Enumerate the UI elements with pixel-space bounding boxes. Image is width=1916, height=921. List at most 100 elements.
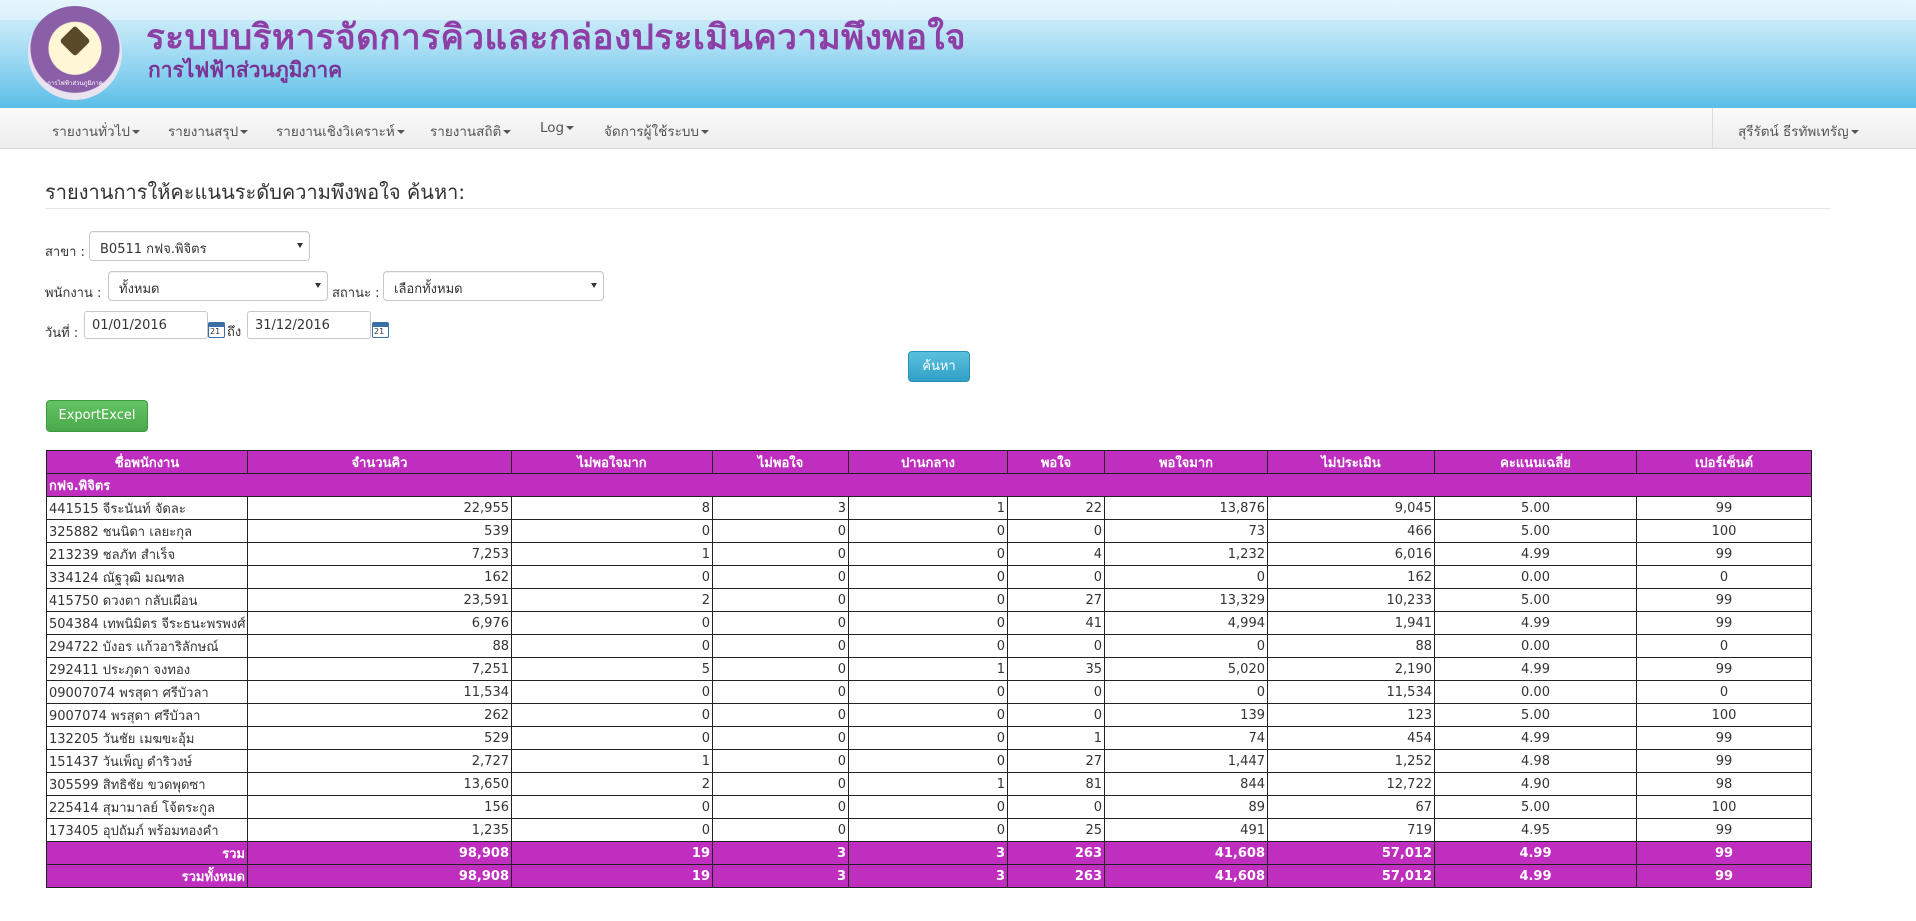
cell-neutral: 1 — [848, 496, 1008, 520]
cell-employee-name: 132205 วันชัย เมฆขะอุ้ม — [46, 726, 248, 750]
col-neutral[interactable]: ปานกลาง — [848, 450, 1008, 474]
cell-average-score: 4.99 — [1434, 726, 1637, 750]
cell-not-rated: 67 — [1267, 795, 1435, 819]
branch-label: สาขา : — [45, 245, 85, 260]
caret-down-icon — [396, 130, 405, 134]
cell-very-satisfied: 41,608 — [1104, 841, 1268, 865]
cell-dissatisfied: 0 — [712, 680, 849, 704]
nav-summary-reports[interactable]: รายงานสรุป — [168, 120, 249, 142]
cell-employee-name: 292411 ประภุดา จงทอง — [46, 657, 248, 681]
cell-percent: 0 — [1636, 680, 1812, 704]
branch-select[interactable]: B0511 กฟจ.พิจิตร — [89, 231, 310, 261]
cell-average-score: 4.99 — [1434, 657, 1637, 681]
cell-satisfied: 0 — [1007, 634, 1105, 658]
cell-satisfied: 35 — [1007, 657, 1105, 681]
nav-label: รายงานเชิงวิเคราะห์ — [276, 124, 395, 140]
cell-very-satisfied: 4,994 — [1104, 611, 1268, 635]
cell-neutral: 0 — [848, 588, 1008, 612]
col-percent[interactable]: เปอร์เซ็นต์ — [1636, 450, 1812, 474]
cell-employee-name: 173405 อุปถัมภ์ พร้อมทองคำ — [46, 818, 248, 842]
cell-neutral: 0 — [848, 795, 1008, 819]
table-row: 151437 วันเพ็ญ ดำริวงษ์ 2,727 1 0 0 27 1,447 1,… — [46, 749, 1812, 773]
caret-down-icon — [131, 130, 140, 134]
calendar-icon-number: 21 — [374, 327, 385, 336]
date-to-input[interactable]: 31/12/2016 — [247, 311, 371, 339]
status-select-value: เลือกทั้งหมด — [394, 282, 463, 297]
col-dissatisfied[interactable]: ไม่พอใจ — [712, 450, 849, 474]
nav-user-management[interactable]: จัดการผู้ใช้ระบบ — [604, 120, 709, 142]
date-label: วันที่ : — [45, 326, 79, 341]
export-excel-button[interactable]: ExportExcel — [46, 400, 148, 432]
table-row: 325882 ชนนิดา เลยะกุล 539 0 0 0 0 73 466 5.00 100 — [46, 519, 1812, 543]
nav-label: จัดการผู้ใช้ระบบ — [604, 124, 699, 140]
col-very-satisfied[interactable]: พอใจมาก — [1104, 450, 1268, 474]
cell-average-score: 0.00 — [1434, 634, 1637, 658]
calendar-icon[interactable]: 21 — [372, 322, 389, 338]
cell-very-dissatisfied: 8 — [511, 496, 713, 520]
cell-percent: 99 — [1636, 841, 1812, 865]
cell-dissatisfied: 0 — [712, 611, 849, 635]
cell-very-dissatisfied: 19 — [511, 841, 713, 865]
cell-employee-name: 9007074 พรสุดา ศรีบัวลา — [46, 703, 248, 727]
cell-queue-count: 529 — [247, 726, 512, 750]
table-row: 9007074 พรสุดา ศรีบัวลา 262 0 0 0 0 139 123 5.00… — [46, 703, 1812, 727]
cell-average-score: 0.00 — [1434, 565, 1637, 589]
search-button[interactable]: ค้นหา — [908, 351, 970, 382]
navbar: รายงานทั่วไป รายงานสรุป รายงานเชิงวิเครา… — [0, 108, 1916, 149]
cell-percent: 99 — [1636, 496, 1812, 520]
col-very-dissatisfied[interactable]: ไม่พอใจมาก — [511, 450, 713, 474]
col-satisfied[interactable]: พอใจ — [1007, 450, 1105, 474]
cell-percent: 99 — [1636, 726, 1812, 750]
nav-log[interactable]: Log — [540, 120, 575, 136]
nav-label: รายงานสถิติ — [430, 124, 502, 140]
table-row: 173405 อุปถัมภ์ พร้อมทองคำ 1,235 0 0 0 25 491 7… — [46, 818, 1812, 842]
col-queue-count[interactable]: จำนวนคิว — [247, 450, 512, 474]
cell-employee-name: 305599 สิทธิชัย ขวดพุดซา — [46, 772, 248, 796]
cell-very-satisfied: 0 — [1104, 680, 1268, 704]
group-row: กฟจ.พิจิตร — [46, 473, 1812, 497]
cell-not-rated: 2,190 — [1267, 657, 1435, 681]
nav-divider — [1712, 108, 1713, 148]
cell-satisfied: 25 — [1007, 818, 1105, 842]
cell-employee-name: 225414 สุมามาลย์ โจ้ตระกูล — [46, 795, 248, 819]
subtotal-row: รวม 98,908 19 3 3 263 41,608 57,012 4.99 99 — [46, 841, 1812, 865]
cell-not-rated: 10,233 — [1267, 588, 1435, 612]
cell-very-satisfied: 844 — [1104, 772, 1268, 796]
col-employee-name[interactable]: ชื่อพนักงาน — [46, 450, 248, 474]
status-select[interactable]: เลือกทั้งหมด — [383, 271, 604, 301]
nav-statistics-reports[interactable]: รายงานสถิติ — [430, 120, 512, 142]
col-average-score[interactable]: คะแนนเฉลี่ย — [1434, 450, 1637, 474]
cell-queue-count: 156 — [247, 795, 512, 819]
date-from-input[interactable]: 01/01/2016 — [84, 311, 208, 339]
nav-user-menu[interactable]: สุรีรัตน์ ธีรทัพเทรัญ — [1738, 120, 1859, 142]
date-to-value: 31/12/2016 — [255, 318, 330, 333]
nav-analytic-reports[interactable]: รายงานเชิงวิเคราะห์ — [276, 120, 405, 142]
cell-satisfied: 0 — [1007, 795, 1105, 819]
cell-queue-count: 262 — [247, 703, 512, 727]
col-not-rated[interactable]: ไม่ประเมิน — [1267, 450, 1435, 474]
cell-employee-name: 504384 เทพนิมิตร จีระธนะพรพงศ์ — [46, 611, 248, 635]
cell-employee-name: รวม — [46, 841, 248, 865]
caret-down-icon — [503, 130, 512, 134]
cell-queue-count: 88 — [247, 634, 512, 658]
cell-queue-count: 11,534 — [247, 680, 512, 704]
caret-down-icon — [240, 130, 249, 134]
cell-not-rated: 88 — [1267, 634, 1435, 658]
cell-queue-count: 98,908 — [247, 841, 512, 865]
cell-dissatisfied: 3 — [712, 841, 849, 865]
cell-satisfied: 0 — [1007, 680, 1105, 704]
nav-general-reports[interactable]: รายงานทั่วไป — [52, 120, 140, 142]
cell-very-dissatisfied: 0 — [511, 818, 713, 842]
caret-down-icon — [566, 126, 575, 130]
table-row: 504384 เทพนิมิตร จีระธนะพรพงศ์ 6,976 0 0 0 41… — [46, 611, 1812, 635]
cell-satisfied: 81 — [1007, 772, 1105, 796]
cell-percent: 99 — [1636, 749, 1812, 773]
employee-select[interactable]: ทั้งหมด — [108, 271, 328, 301]
cell-queue-count: 13,650 — [247, 772, 512, 796]
cell-queue-count: 539 — [247, 519, 512, 543]
cell-employee-name: 441515 จีระนันท์ จัดละ — [46, 496, 248, 520]
header-banner: การไฟฟ้าส่วนภูมิภาค ระบบบริหารจัดการคิวแ… — [0, 0, 1916, 108]
cell-very-dissatisfied: 0 — [511, 565, 713, 589]
cell-employee-name: 213239 ชลภัท สำเร็จ — [46, 542, 248, 566]
calendar-icon[interactable]: 21 — [208, 322, 225, 338]
